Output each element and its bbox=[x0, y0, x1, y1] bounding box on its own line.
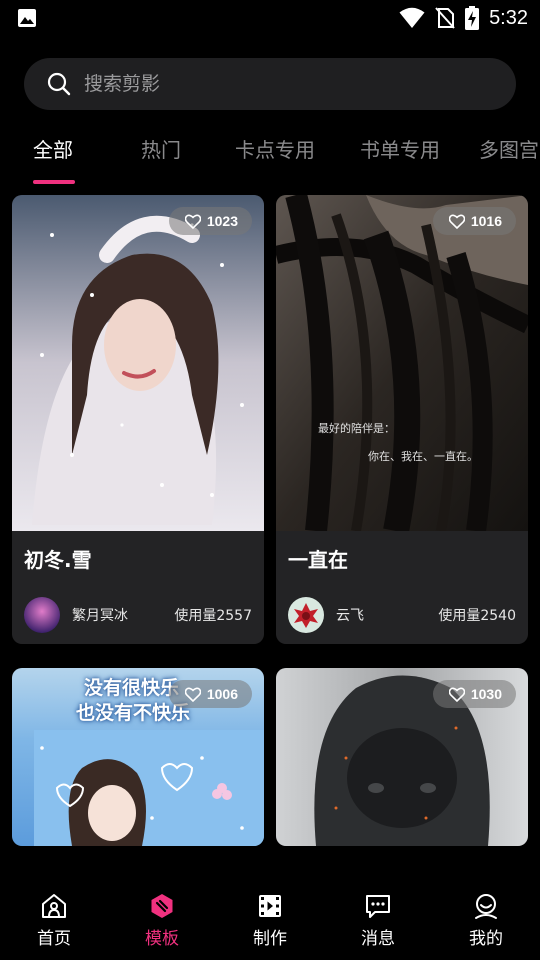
message-icon bbox=[366, 895, 390, 918]
battery-charging-icon bbox=[465, 6, 480, 30]
video-icon bbox=[259, 895, 281, 917]
author-name: 云飞 bbox=[336, 608, 364, 624]
nav-label: 我的 bbox=[469, 929, 503, 949]
like-count: 1030 bbox=[470, 686, 502, 702]
tab-booklist[interactable]: 书单专用 bbox=[360, 134, 440, 163]
bottom-navigation: 首页 模板 制作 消息 我的 bbox=[0, 846, 540, 960]
template-card[interactable]: 1023 初冬.雪 繁月冥冰 使用量2557 bbox=[12, 195, 264, 644]
nav-label: 消息 bbox=[361, 929, 395, 949]
like-count: 1016 bbox=[470, 213, 502, 229]
home-icon bbox=[42, 894, 66, 918]
search-bar[interactable] bbox=[24, 58, 516, 110]
avatar[interactable] bbox=[24, 597, 60, 633]
tab-beat-sync[interactable]: 卡点专用 bbox=[235, 134, 315, 163]
template-card[interactable]: 没有很快乐 也没有不快乐 1006 bbox=[12, 668, 264, 846]
like-count: 1023 bbox=[206, 213, 238, 229]
nav-label: 首页 bbox=[37, 929, 71, 949]
heart-icon bbox=[448, 214, 465, 229]
tab-multi-image[interactable]: 多图宫 bbox=[479, 134, 539, 163]
category-tabs: 全部 热门 卡点专用 书单专用 多图宫 bbox=[0, 122, 540, 188]
nav-home[interactable]: 首页 bbox=[9, 892, 99, 949]
like-badge[interactable]: 1016 bbox=[432, 207, 516, 235]
search-icon bbox=[47, 72, 71, 96]
template-thumbnail[interactable]: 最好的陪伴是： 你在、我在、一直在。 bbox=[276, 195, 528, 531]
like-badge[interactable]: 1006 bbox=[168, 680, 252, 708]
like-count: 1006 bbox=[206, 686, 238, 702]
gallery-icon bbox=[18, 9, 36, 27]
nav-label: 模板 bbox=[145, 929, 179, 949]
profile-icon bbox=[475, 894, 497, 919]
avatar[interactable] bbox=[288, 597, 324, 633]
tab-all[interactable]: 全部 bbox=[33, 134, 73, 163]
usage-count: 使用量2557 bbox=[174, 608, 252, 624]
nav-profile[interactable]: 我的 bbox=[441, 892, 531, 949]
thumbnail-image bbox=[12, 195, 264, 531]
nav-messages[interactable]: 消息 bbox=[333, 892, 423, 949]
tab-hot[interactable]: 热门 bbox=[141, 134, 181, 163]
template-title: 初冬.雪 bbox=[24, 548, 92, 572]
search-input[interactable] bbox=[84, 58, 484, 110]
like-badge[interactable]: 1023 bbox=[168, 207, 252, 235]
status-time: 5:32 bbox=[489, 6, 528, 29]
template-title: 一直在 bbox=[288, 548, 348, 572]
thumbnail-image bbox=[276, 195, 528, 531]
avatar-image bbox=[24, 597, 60, 633]
template-icon bbox=[151, 894, 173, 918]
heart-icon bbox=[448, 687, 465, 702]
avatar-image bbox=[288, 597, 324, 633]
template-thumbnail[interactable] bbox=[12, 195, 264, 531]
heart-icon bbox=[184, 214, 201, 229]
tab-indicator bbox=[33, 180, 75, 184]
template-card[interactable]: 1030 bbox=[276, 668, 528, 846]
nav-label: 制作 bbox=[253, 929, 287, 949]
overlay-text: 没有很快乐 bbox=[84, 677, 180, 699]
no-sim-icon bbox=[435, 7, 455, 29]
nav-templates[interactable]: 模板 bbox=[117, 892, 207, 949]
status-bar: 5:32 bbox=[0, 0, 540, 36]
template-card[interactable]: 最好的陪伴是： 你在、我在、一直在。 1016 一直在 云飞 使用量2540 bbox=[276, 195, 528, 644]
like-badge[interactable]: 1030 bbox=[432, 680, 516, 708]
overlay-text: 你在、我在、一直在。 bbox=[368, 450, 478, 463]
heart-icon bbox=[184, 687, 201, 702]
nav-create[interactable]: 制作 bbox=[225, 892, 315, 949]
overlay-text: 最好的陪伴是： bbox=[318, 422, 395, 435]
author-name: 繁月冥冰 bbox=[72, 608, 128, 624]
wifi-icon bbox=[399, 7, 425, 28]
usage-count: 使用量2540 bbox=[438, 608, 516, 624]
